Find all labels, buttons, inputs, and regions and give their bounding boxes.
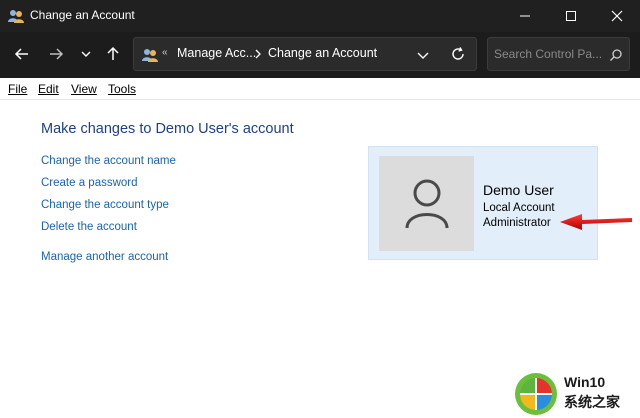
minimize-button[interactable] <box>502 0 548 32</box>
change-type-link[interactable]: Change the account type <box>41 199 169 211</box>
account-card: Demo User Local Account Administrator <box>368 146 598 260</box>
menu-edit[interactable]: Edit <box>38 82 59 96</box>
close-icon <box>611 10 623 22</box>
account-name: Demo User <box>483 182 554 198</box>
account-role: Administrator <box>483 217 551 229</box>
watermark-subtitle: 系统之家 <box>564 395 620 411</box>
breadcrumb-overflow[interactable]: « <box>162 47 168 58</box>
breadcrumb-change-account[interactable]: Change an Account <box>268 46 377 60</box>
menu-tools-label: Tools <box>108 82 137 96</box>
menu-edit-label: Edit <box>38 82 59 96</box>
chevron-down-icon <box>81 51 91 57</box>
search-icon[interactable] <box>609 48 623 62</box>
change-name-link[interactable]: Change the account name <box>41 155 176 167</box>
navigation-bar: « Manage Acc... Change an Account <box>0 32 640 78</box>
forward-button[interactable] <box>44 42 68 66</box>
search-box[interactable] <box>487 37 630 71</box>
arrow-up-icon <box>107 46 119 60</box>
create-password-link[interactable]: Create a password <box>41 177 138 189</box>
red-arrow-icon <box>560 214 632 230</box>
menu-file-label: File <box>8 82 28 96</box>
chevron-down-icon[interactable] <box>416 48 430 62</box>
minimize-icon <box>520 15 530 17</box>
menu-view-label: View <box>71 82 97 96</box>
windows-logo-icon <box>515 373 557 415</box>
arrow-left-icon <box>14 48 28 60</box>
up-button[interactable] <box>101 42 125 66</box>
maximize-button[interactable] <box>548 0 594 32</box>
menu-file[interactable]: File <box>8 82 27 96</box>
user-accounts-icon <box>142 49 158 62</box>
search-input[interactable] <box>494 46 606 62</box>
arrow-right-icon <box>50 48 64 60</box>
account-type: Local Account <box>483 202 555 214</box>
page-title: Make changes to Demo User's account <box>41 121 294 137</box>
breadcrumb-manage-accounts[interactable]: Manage Acc... <box>177 46 256 60</box>
address-bar[interactable]: « Manage Acc... Change an Account <box>133 37 477 71</box>
menu-tools[interactable]: Tools <box>108 82 136 96</box>
menu-bar: File Edit View Tools <box>0 78 640 100</box>
manage-another-account-link[interactable]: Manage another account <box>41 251 168 263</box>
back-button[interactable] <box>10 42 34 66</box>
title-bar: Change an Account <box>0 0 640 32</box>
menu-view[interactable]: View <box>71 82 97 96</box>
chevron-right-icon[interactable] <box>254 49 262 59</box>
watermark-title: Win10 <box>564 374 606 390</box>
window-title: Change an Account <box>30 8 135 22</box>
delete-account-link[interactable]: Delete the account <box>41 221 137 233</box>
maximize-icon <box>566 11 576 21</box>
watermark: Win10 系统之家 <box>510 370 638 416</box>
close-button[interactable] <box>594 0 640 32</box>
recent-locations-button[interactable] <box>74 42 98 66</box>
user-silhouette-icon <box>405 179 448 228</box>
avatar <box>379 156 474 251</box>
refresh-icon[interactable] <box>450 46 466 62</box>
user-accounts-icon <box>8 10 24 23</box>
